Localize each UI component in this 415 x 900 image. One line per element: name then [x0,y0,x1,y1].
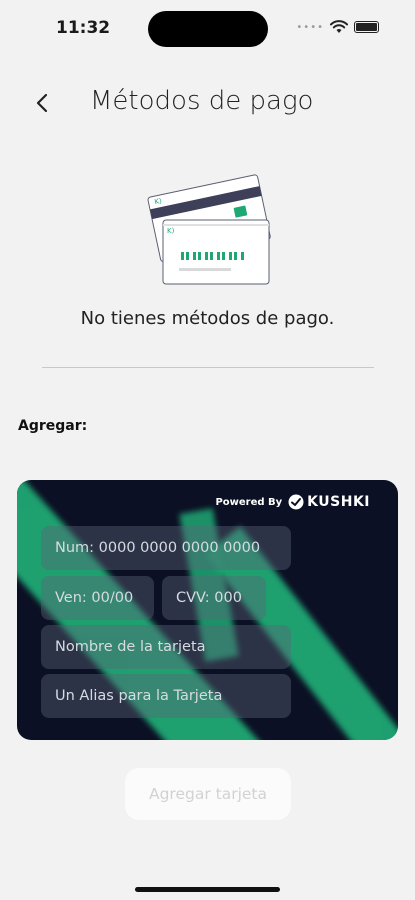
status-icons: •••• [296,20,379,34]
empty-state-message: No tienes métodos de pago. [80,308,335,329]
add-card-button[interactable]: Agregar tarjeta [125,768,291,820]
wifi-icon [330,20,348,33]
kushki-brand-text: KUSHKI [307,494,370,510]
header: Métodos de pago [0,82,415,126]
battery-icon [354,21,379,33]
page-title: Métodos de pago [90,86,314,116]
cardholder-name-input[interactable] [41,625,291,669]
back-button[interactable] [28,88,56,118]
kushki-logo: KUSHKI [288,494,370,510]
powered-by-badge: Powered By KUSHKI [215,494,370,510]
credit-cards-illustration-icon: K) K) [147,174,271,285]
card-form: Powered By KUSHKI [17,480,398,740]
status-bar: 11:32 •••• [0,0,415,56]
cvv-input[interactable] [162,576,266,620]
card-number-input[interactable] [41,526,291,570]
card-alias-input[interactable] [41,674,291,718]
home-indicator[interactable] [135,887,280,892]
divider [42,367,374,368]
chevron-left-icon [36,93,48,113]
add-section-label: Agregar: [18,418,88,434]
kushki-mark-icon [288,494,304,510]
signal-dots-icon: •••• [296,21,324,33]
svg-text:K): K) [167,227,175,235]
dynamic-island [148,11,268,47]
expiry-input[interactable] [41,576,154,620]
powered-by-text: Powered By [215,496,283,508]
status-time: 11:32 [56,18,111,38]
